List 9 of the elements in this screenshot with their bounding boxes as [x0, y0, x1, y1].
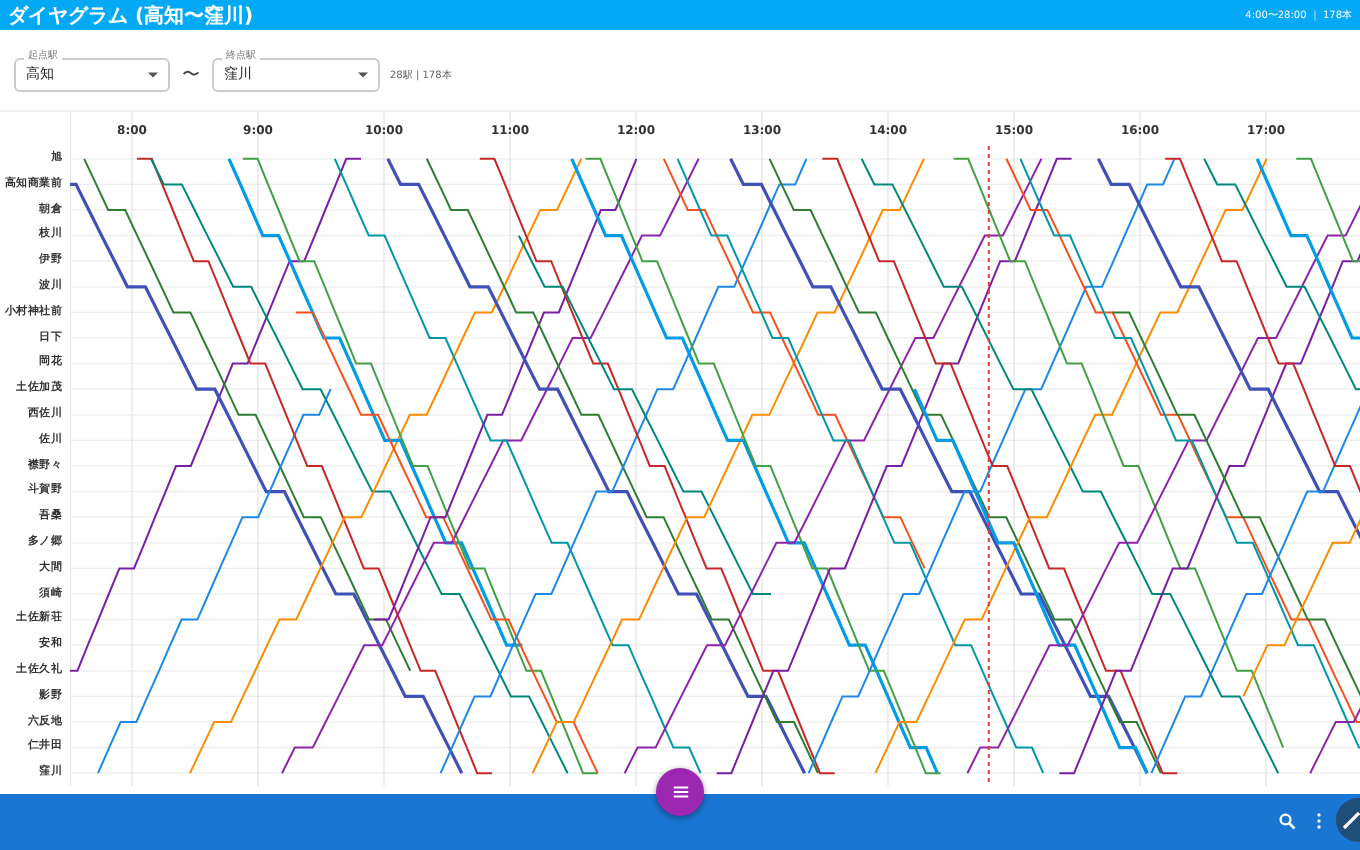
- page-title: ダイヤグラム (高知〜窪川): [8, 2, 254, 29]
- caret-icon: [358, 71, 368, 77]
- more-icon[interactable]: [1316, 812, 1322, 830]
- pencil-icon: [1340, 808, 1360, 832]
- range-separator: 〜: [182, 63, 200, 87]
- search-icon[interactable]: [1278, 812, 1296, 830]
- menu-icon: [671, 784, 689, 800]
- caret-icon: [148, 71, 158, 77]
- menu-button[interactable]: [656, 768, 704, 816]
